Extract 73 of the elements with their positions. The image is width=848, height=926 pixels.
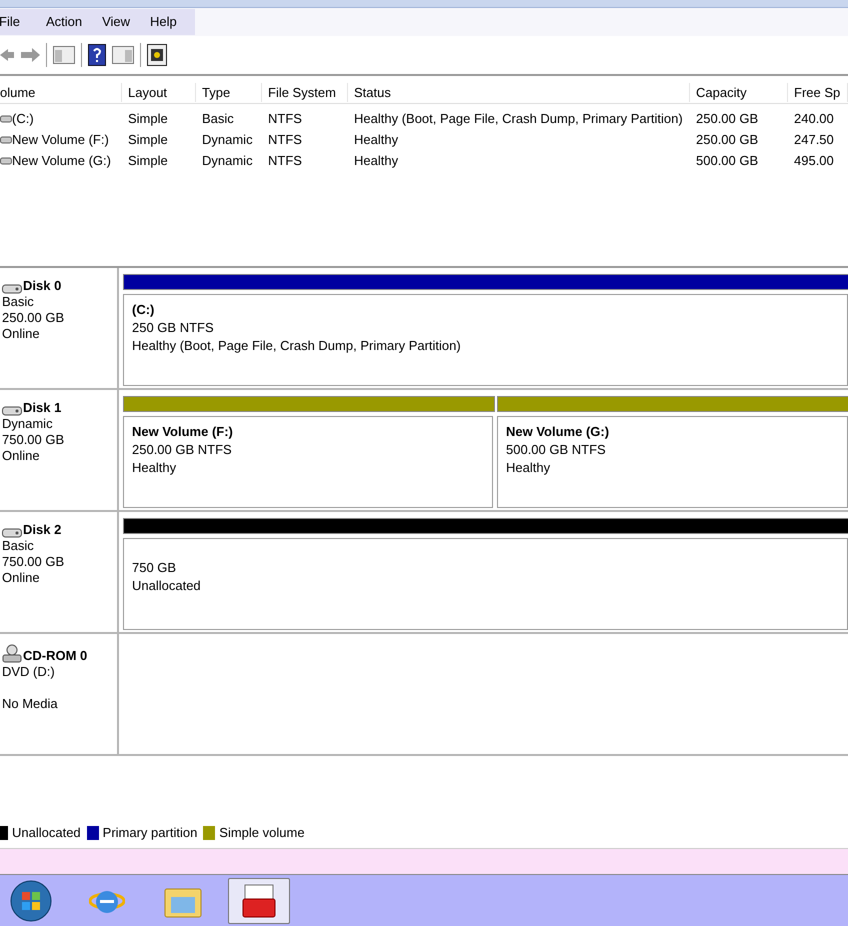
table-cell-text: Dynamic [202, 152, 253, 170]
legend-label: Primary partition [102, 824, 198, 842]
menu-item[interactable]: File [0, 12, 36, 32]
back-arrow-icon[interactable] [0, 47, 14, 63]
volume-title: (C:) [132, 301, 156, 319]
drive-icon [0, 156, 12, 164]
panel-icon[interactable] [53, 46, 75, 64]
table-cell-text: 240.00 [794, 110, 834, 128]
disk-info: 750.00 GB [2, 554, 66, 570]
drive-icon [0, 114, 12, 122]
menu-item[interactable]: View [92, 12, 140, 32]
column-header[interactable]: Free Sp [788, 82, 848, 102]
disk-info: No Media [2, 696, 59, 712]
table-cell-text: 250.00 GB [696, 130, 758, 149]
volume-info: Healthy (Boot, Page File, Crash Dump, Primary Partition) [132, 337, 462, 355]
volume-title: New Volume (F:) [132, 423, 234, 441]
drive-icon [0, 136, 12, 144]
table-cell-text: Healthy [354, 130, 398, 149]
table-cell-text: Healthy (Boot, Page File, Crash Dump, Primary Partition) [354, 110, 683, 128]
disk-info: 750.00 GB [2, 432, 66, 448]
table-cell-text: 247.50 [794, 130, 834, 149]
table-cell-text: Dynamic [202, 130, 253, 149]
table-cell-text: NTFS [268, 130, 302, 149]
table-cell-text: (C:) [12, 110, 34, 128]
column-header[interactable]: Capacity [690, 82, 788, 102]
disk-info: DVD (D:) [2, 664, 56, 680]
table-cell-text: New Volume (F:) [12, 130, 109, 149]
table-cell-text: NTFS [268, 110, 302, 128]
volume-info: 250 GB NTFS [132, 319, 215, 337]
table-cell-text: Simple [128, 110, 168, 128]
table-cell-text: Healthy [354, 152, 398, 170]
column-header[interactable]: Type [196, 82, 262, 102]
column-header[interactable]: File System [262, 82, 348, 102]
disk-info: Online [2, 570, 41, 586]
legend-label: Unallocated [12, 824, 81, 842]
menu-item[interactable]: Help [140, 12, 187, 32]
disk-info: Basic [2, 294, 35, 310]
volume-info: 750 GB [132, 559, 178, 577]
taskbar-button[interactable] [228, 878, 290, 924]
help-icon[interactable] [88, 44, 106, 66]
forward-arrow-icon[interactable] [20, 47, 40, 63]
table-cell-text: New Volume (G:) [12, 152, 111, 170]
disk-info: Online [2, 326, 41, 342]
legend-label: Simple volume [219, 824, 305, 842]
column-header[interactable]: Layout [122, 82, 196, 102]
panel-icon[interactable] [112, 46, 134, 64]
table-cell-text: 250.00 GB [696, 110, 758, 128]
table-cell-text: Basic [202, 110, 234, 128]
disk-name: Disk 0 [23, 278, 62, 294]
volume-info: 500.00 GB NTFS [506, 441, 607, 459]
start-orb-icon [10, 880, 52, 922]
disk-name: Disk 2 [23, 522, 62, 538]
table-cell-text: 495.00 [794, 152, 834, 170]
disk-name: Disk 1 [23, 400, 62, 416]
column-header[interactable]: Status [348, 82, 690, 102]
properties-icon[interactable] [147, 44, 167, 66]
disk-name: CD-ROM 0 [23, 648, 88, 664]
table-cell-text: Simple [128, 152, 168, 170]
disk-info: Online [2, 448, 41, 464]
table-cell-text: Simple [128, 130, 168, 149]
table-cell-text: 500.00 GB [696, 152, 758, 170]
volume-title: New Volume (G:) [506, 423, 610, 441]
volume-info: 250.00 GB NTFS [132, 441, 233, 459]
column-header[interactable]: olume [0, 82, 122, 102]
table-cell-text: NTFS [268, 152, 302, 170]
volume-info: Healthy [506, 459, 552, 477]
cd-drive-icon [2, 644, 22, 664]
disk-info: 250.00 GB [2, 310, 66, 326]
volume-info: Unallocated [132, 577, 202, 595]
menu-item[interactable]: Action [36, 12, 92, 32]
disk-info: Basic [2, 538, 35, 554]
volume-info: Healthy [132, 459, 178, 477]
disk-info: Dynamic [2, 416, 54, 432]
